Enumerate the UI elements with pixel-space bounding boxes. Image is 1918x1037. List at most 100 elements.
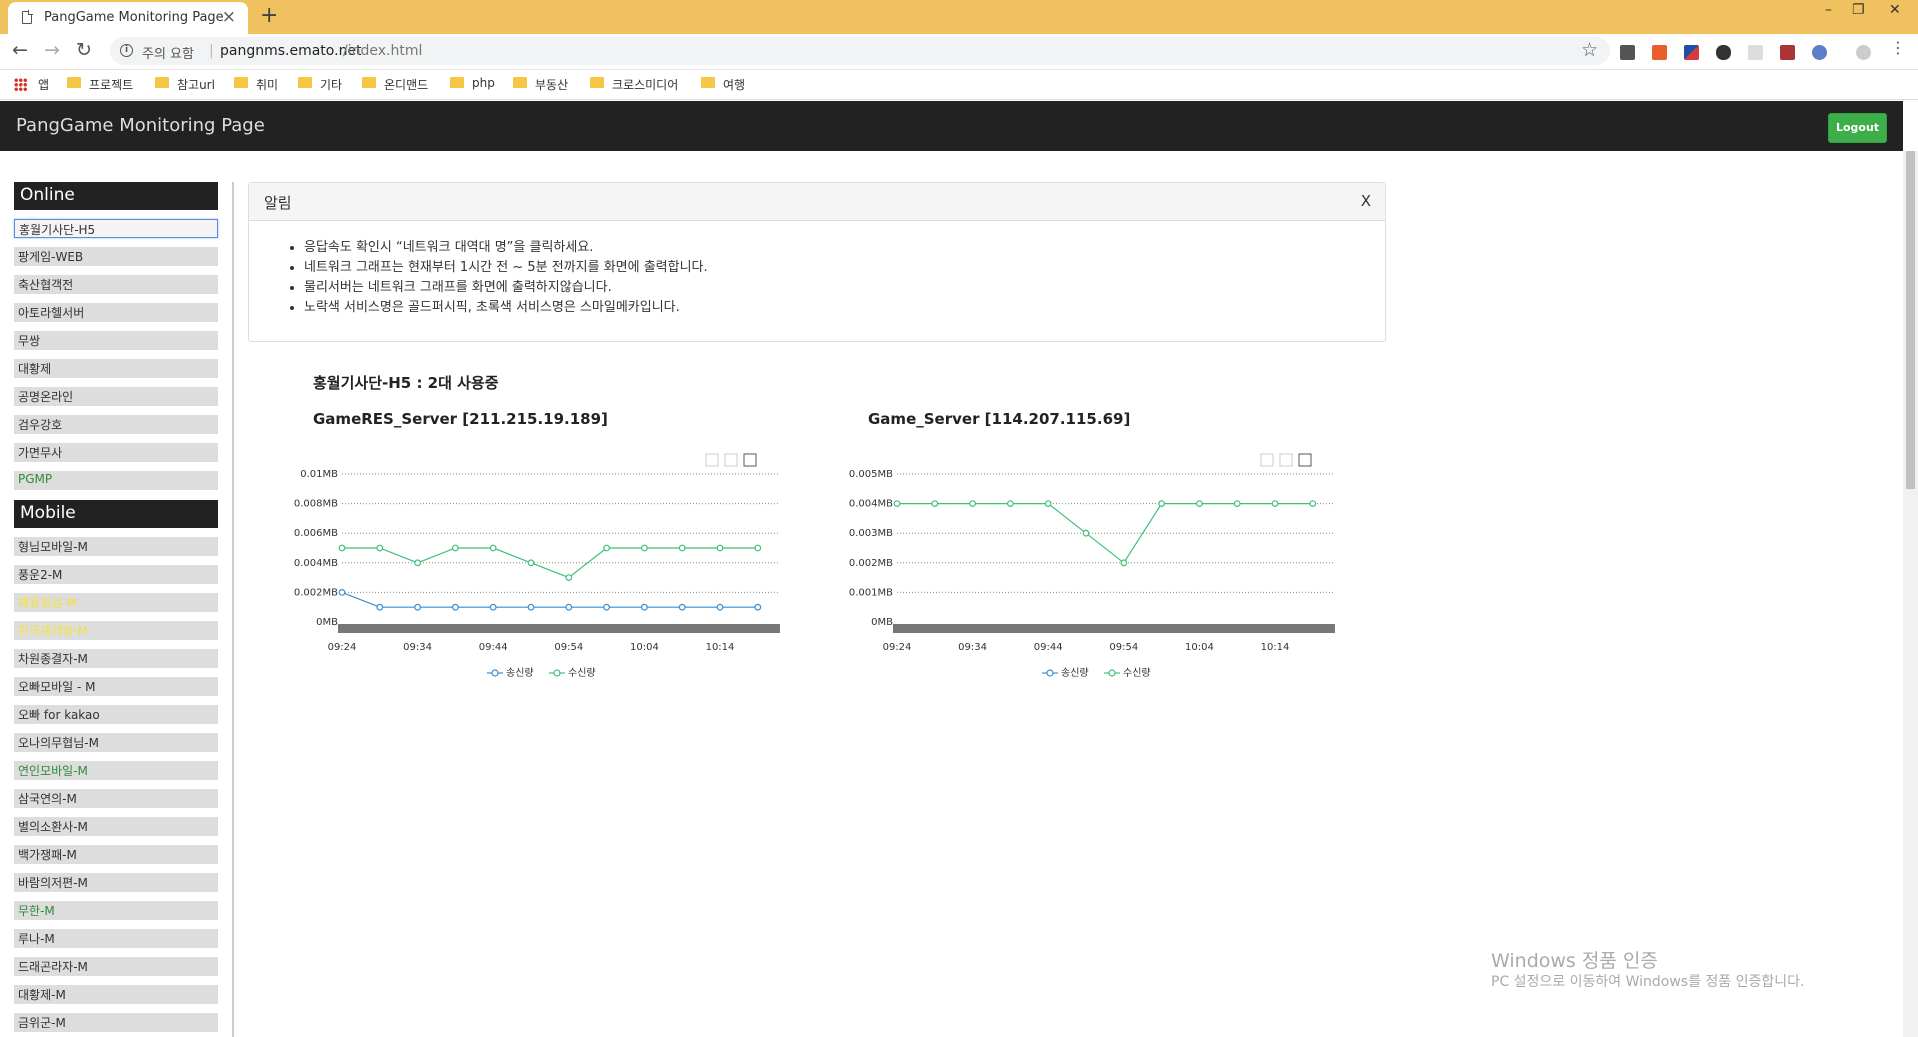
sidebar-item[interactable]: 패왕일검-M xyxy=(14,593,218,612)
info-icon[interactable]: i xyxy=(120,44,133,57)
bookmark-folder[interactable]: 여행 xyxy=(723,76,745,93)
legend-label[interactable]: 수신량 xyxy=(568,667,596,679)
data-point[interactable] xyxy=(716,544,724,552)
legend-marker[interactable] xyxy=(491,669,499,677)
browser-tab[interactable]: PangGame Monitoring Page × xyxy=(8,2,248,34)
bookmark-folder[interactable]: 참고url xyxy=(177,76,215,93)
notice-close-button[interactable]: X xyxy=(1361,192,1371,210)
sidebar-item[interactable]: 루나-M xyxy=(14,929,218,948)
reload-icon[interactable]: ↻ xyxy=(76,39,92,61)
sidebar-item[interactable]: 무쌍 xyxy=(14,331,218,350)
extension-icon[interactable] xyxy=(1748,45,1763,60)
sidebar-item[interactable]: 백가쟁패-M xyxy=(14,845,218,864)
back-icon[interactable]: ← xyxy=(12,39,28,61)
bookmark-folder[interactable]: 취미 xyxy=(256,76,278,93)
sidebar-item[interactable]: 연인모바일-M xyxy=(14,761,218,780)
url-path[interactable]: /index.html xyxy=(343,43,422,59)
data-point[interactable] xyxy=(603,603,611,611)
restore-icon[interactable] xyxy=(724,453,738,467)
minimize-button[interactable]: – xyxy=(1825,2,1832,18)
sidebar-item[interactable]: 오빠모바일 - M xyxy=(14,677,218,696)
data-point[interactable] xyxy=(1271,500,1279,507)
new-tab-button[interactable]: + xyxy=(260,3,278,28)
bookmark-folder[interactable]: 부동산 xyxy=(535,76,568,93)
data-point[interactable] xyxy=(414,603,422,611)
data-point[interactable] xyxy=(893,500,901,507)
bookmark-folder[interactable]: 기타 xyxy=(320,76,342,93)
sidebar-item[interactable]: 한국재개벌-M xyxy=(14,621,218,640)
restore-button[interactable]: ❐ xyxy=(1852,2,1865,18)
forward-icon[interactable]: → xyxy=(44,39,60,61)
data-point[interactable] xyxy=(754,544,762,552)
bookmark-folder[interactable]: 크로스미디어 xyxy=(612,76,678,93)
data-point[interactable] xyxy=(969,500,977,507)
sidebar-item[interactable]: 드래곤라자-M xyxy=(14,957,218,976)
sidebar-item[interactable]: 축산협객전 xyxy=(14,275,218,294)
data-point[interactable] xyxy=(376,603,384,611)
extension-icon[interactable] xyxy=(1652,45,1667,60)
save-image-icon[interactable] xyxy=(1298,453,1312,467)
bookmark-folder[interactable]: php xyxy=(472,76,495,90)
data-point[interactable] xyxy=(451,544,459,552)
sidebar-item[interactable]: 아토라헬서버 xyxy=(14,303,218,322)
legend-label[interactable]: 수신량 xyxy=(1123,667,1151,679)
data-point[interactable] xyxy=(1082,529,1090,537)
bookmark-folder[interactable]: 프로젝트 xyxy=(89,76,133,93)
extension-icon[interactable] xyxy=(1684,45,1699,60)
bookmark-folder[interactable]: 온디맨드 xyxy=(384,76,428,93)
sidebar-item[interactable]: 가면무사 xyxy=(14,443,218,462)
sidebar-item[interactable]: 삼국연의-M xyxy=(14,789,218,808)
legend-label[interactable]: 송신량 xyxy=(1061,667,1089,679)
sidebar-item[interactable]: 바람의저편-M xyxy=(14,873,218,892)
sidebar-item[interactable]: 오빠 for kakao xyxy=(14,705,218,724)
menu-icon[interactable]: ⋮ xyxy=(1890,38,1906,57)
sidebar-item[interactable]: 무한-M xyxy=(14,901,218,920)
data-point[interactable] xyxy=(931,500,939,507)
sidebar-item[interactable]: 대황제-M xyxy=(14,985,218,1004)
legend-label[interactable]: 송신량 xyxy=(506,667,534,679)
sidebar-item[interactable]: 대황제 xyxy=(14,359,218,378)
data-point[interactable] xyxy=(1196,500,1203,507)
data-point[interactable] xyxy=(489,603,497,611)
apps-icon[interactable] xyxy=(14,78,27,91)
address-bar[interactable]: i 주의 요함 | pangnms.emato.net /index.html … xyxy=(110,37,1610,65)
data-point[interactable] xyxy=(414,559,422,567)
data-point[interactable] xyxy=(565,574,573,581)
zoom-icon[interactable] xyxy=(705,453,719,467)
legend-marker[interactable] xyxy=(553,669,561,677)
bookmark-apps[interactable]: 앱 xyxy=(38,76,49,93)
data-point[interactable] xyxy=(451,603,459,611)
data-point[interactable] xyxy=(716,603,724,611)
data-point[interactable] xyxy=(678,544,686,552)
data-point[interactable] xyxy=(1006,500,1014,507)
extension-icon[interactable] xyxy=(1780,45,1795,60)
scrollbar-thumb[interactable] xyxy=(1906,151,1915,489)
data-point[interactable] xyxy=(603,544,611,552)
close-icon[interactable]: × xyxy=(222,7,236,27)
sidebar-item[interactable]: 별의소환사-M xyxy=(14,817,218,836)
sidebar-item[interactable]: 풍운2-M xyxy=(14,565,218,584)
data-point[interactable] xyxy=(376,544,384,552)
data-point[interactable] xyxy=(527,559,535,567)
sidebar-item[interactable]: 홍월기사단-H5 xyxy=(14,219,218,238)
data-point[interactable] xyxy=(678,603,686,611)
extension-icon[interactable] xyxy=(1620,45,1635,60)
legend-marker[interactable] xyxy=(1108,669,1116,677)
sidebar-item[interactable]: 검우강호 xyxy=(14,415,218,434)
data-point[interactable] xyxy=(641,603,648,611)
page-scrollbar[interactable] xyxy=(1903,151,1918,1037)
data-point[interactable] xyxy=(489,544,497,552)
url-host[interactable]: pangnms.emato.net xyxy=(220,43,362,59)
data-point[interactable] xyxy=(338,544,346,552)
data-point[interactable] xyxy=(527,603,535,611)
data-point[interactable] xyxy=(754,603,762,611)
sidebar-item[interactable]: 오나의무협님-M xyxy=(14,733,218,752)
data-point[interactable] xyxy=(338,588,346,596)
data-point[interactable] xyxy=(1309,500,1317,507)
data-point[interactable] xyxy=(1120,559,1128,567)
data-point[interactable] xyxy=(565,603,573,611)
data-point[interactable] xyxy=(1233,500,1241,507)
sidebar-item[interactable]: PGMP xyxy=(14,471,218,490)
close-window-button[interactable]: ✕ xyxy=(1889,2,1901,18)
sidebar-item[interactable]: 공명온라인 xyxy=(14,387,218,406)
